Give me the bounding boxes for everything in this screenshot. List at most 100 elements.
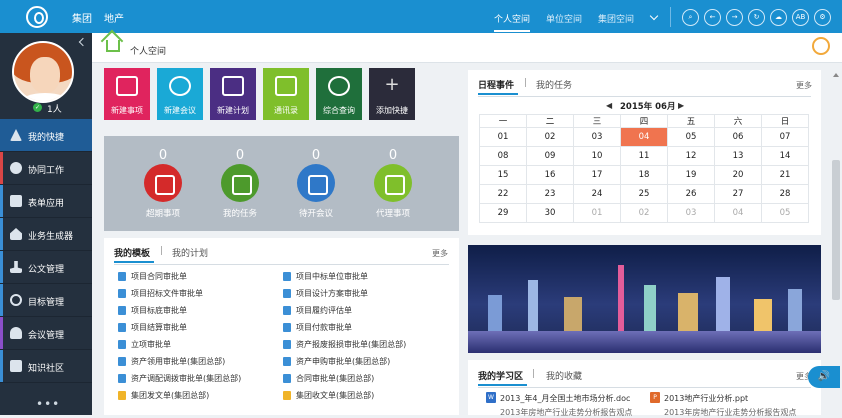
calendar-day[interactable]: 26 [667, 184, 715, 204]
list-item[interactable]: 项目招标文件审批单 [118, 288, 203, 299]
refresh-icon[interactable]: ↻ [748, 9, 765, 26]
file-link[interactable]: 2013_年4_月全国土地市场分析.doc [500, 393, 630, 404]
calendar-day[interactable]: 01 [573, 203, 621, 223]
calendar-day[interactable]: 05 [667, 127, 715, 147]
shortcut-new-plan[interactable]: 新建计划 [210, 68, 256, 120]
volume-icon[interactable]: 🔊 [808, 366, 840, 388]
calendar-day[interactable]: 03 [667, 203, 715, 223]
ab-icon[interactable]: AB [792, 9, 809, 26]
list-item[interactable]: 合同审批单(集团总部) [282, 373, 374, 384]
calendar-day[interactable]: 20 [714, 165, 762, 185]
back-icon[interactable]: ← [704, 9, 721, 26]
calendar-day[interactable]: 21 [761, 165, 809, 185]
file-link[interactable]: 2013地产行业分析.ppt [664, 393, 748, 404]
list-item[interactable]: 资产报废报损审批单(集团总部) [282, 339, 406, 350]
calendar-day[interactable]: 18 [620, 165, 668, 185]
more-icon[interactable]: ••• [36, 397, 60, 411]
tab-unit-space[interactable]: 单位空间 [546, 12, 582, 25]
tab-group-space[interactable]: 集团空间 [598, 12, 634, 25]
task-icon[interactable] [221, 164, 259, 202]
tab-schedule[interactable]: 日程事件 [478, 78, 519, 95]
sidebar-item-collab[interactable]: 协同工作 [0, 152, 92, 185]
calendar-day[interactable]: 28 [761, 184, 809, 204]
calendar-day[interactable]: 23 [526, 184, 574, 204]
shortcut-new-meeting[interactable]: 新建会议 [157, 68, 203, 120]
list-item[interactable]: 项目设计方案审批单 [283, 288, 368, 299]
calendar-day[interactable]: 02 [526, 127, 574, 147]
calendar-day-today[interactable]: 04 [620, 127, 668, 147]
calendar-day[interactable]: 11 [620, 146, 668, 166]
overdue-label[interactable]: 超期事项 [128, 207, 198, 219]
list-item[interactable]: 资产领用审批单(集团总部) [117, 356, 225, 367]
nav-realestate[interactable]: 地产 [104, 10, 124, 25]
calendar-day[interactable]: 07 [761, 127, 809, 147]
avatar[interactable] [12, 41, 74, 103]
calendar-day[interactable]: 13 [714, 146, 762, 166]
calendar-day[interactable]: 16 [526, 165, 574, 185]
calendar-day[interactable]: 30 [526, 203, 574, 223]
calendar-day[interactable]: 10 [573, 146, 621, 166]
tab-my-learning[interactable]: 我的学习区 [478, 369, 528, 386]
proxy-icon[interactable] [374, 164, 412, 202]
calendar-day[interactable]: 22 [479, 184, 527, 204]
more-link[interactable]: 更多 [432, 248, 448, 259]
list-item[interactable]: 项目结算审批单 [118, 322, 187, 333]
chevron-down-icon[interactable] [649, 11, 659, 21]
shortcut-contacts[interactable]: 通讯录 [263, 68, 309, 120]
skin-icon[interactable] [812, 37, 830, 55]
prev-month-icon[interactable]: ◀ [606, 101, 612, 110]
calendar-day[interactable]: 01 [479, 127, 527, 147]
list-item[interactable]: 资产申购审批单(集团总部) [282, 356, 390, 367]
calendar-day[interactable]: 09 [526, 146, 574, 166]
shortcut-search[interactable]: 综合查询 [316, 68, 362, 120]
sidebar-item-generator[interactable]: 业务生成器 [0, 218, 92, 251]
calendar-day[interactable]: 12 [667, 146, 715, 166]
calendar-day[interactable]: 08 [479, 146, 527, 166]
calendar-day[interactable]: 05 [761, 203, 809, 223]
calendar-day[interactable]: 19 [667, 165, 715, 185]
more-link[interactable]: 更多 [796, 80, 812, 91]
calendar-day[interactable]: 06 [714, 127, 762, 147]
sidebar-item-knowledge[interactable]: 知识社区 [0, 350, 92, 383]
settings-icon[interactable]: ⚙ [814, 9, 831, 26]
search-icon[interactable]: ⌕ [682, 9, 699, 26]
tab-personal-space[interactable]: 个人空间 [494, 12, 531, 32]
file-link[interactable]: 2013年房地产行业走势分析报告观点 [664, 407, 796, 418]
calendar-day[interactable]: 25 [620, 184, 668, 204]
meeting-icon[interactable] [297, 164, 335, 202]
list-item[interactable]: 集团收文单(集团总部) [282, 390, 374, 401]
tab-my-templates[interactable]: 我的模板 [114, 246, 155, 263]
home-icon[interactable] [106, 40, 120, 52]
list-item[interactable]: 项目履约评估单 [283, 305, 352, 316]
forward-icon[interactable]: → [726, 9, 743, 26]
sidebar-item-documents[interactable]: 公文管理 [0, 251, 92, 284]
tab-my-favorites[interactable]: 我的收藏 [546, 369, 582, 382]
list-item[interactable]: 项目标底审批单 [118, 305, 187, 316]
tab-my-plans[interactable]: 我的计划 [172, 246, 208, 259]
file-link[interactable]: 2013年房地产行业走势分析报告观点 [500, 407, 632, 418]
list-item[interactable]: 项目合同审批单 [118, 271, 187, 282]
calendar-day[interactable]: 15 [479, 165, 527, 185]
sidebar-item-goals[interactable]: 目标管理 [0, 284, 92, 317]
calendar-day[interactable]: 03 [573, 127, 621, 147]
list-item[interactable]: 项目中标单位审批单 [283, 271, 368, 282]
proxy-label[interactable]: 代理事项 [358, 207, 428, 219]
list-item[interactable]: 立项审批单 [118, 339, 171, 350]
scrollbar[interactable] [830, 70, 842, 415]
sidebar-item-shortcuts[interactable]: 我的快捷 [0, 119, 92, 152]
cloud-icon[interactable]: ☁ [770, 9, 787, 26]
shortcut-new-item[interactable]: 新建事项 [104, 68, 150, 120]
calendar-day[interactable]: 02 [620, 203, 668, 223]
list-item[interactable]: 资产调配调拨审批单(集团总部) [117, 373, 241, 384]
task-label[interactable]: 我的任务 [205, 207, 275, 219]
sidebar-item-forms[interactable]: 表单应用 [0, 185, 92, 218]
list-item[interactable]: 集团发文单(集团总部) [117, 390, 209, 401]
overdue-icon[interactable] [144, 164, 182, 202]
calendar-day[interactable]: 04 [714, 203, 762, 223]
calendar-day[interactable]: 14 [761, 146, 809, 166]
nav-group[interactable]: 集团 [72, 10, 92, 25]
sidebar-item-meetings[interactable]: 会议管理 [0, 317, 92, 350]
calendar-day[interactable]: 27 [714, 184, 762, 204]
meeting-label[interactable]: 待开会议 [281, 207, 351, 219]
logo-icon[interactable] [26, 6, 48, 28]
